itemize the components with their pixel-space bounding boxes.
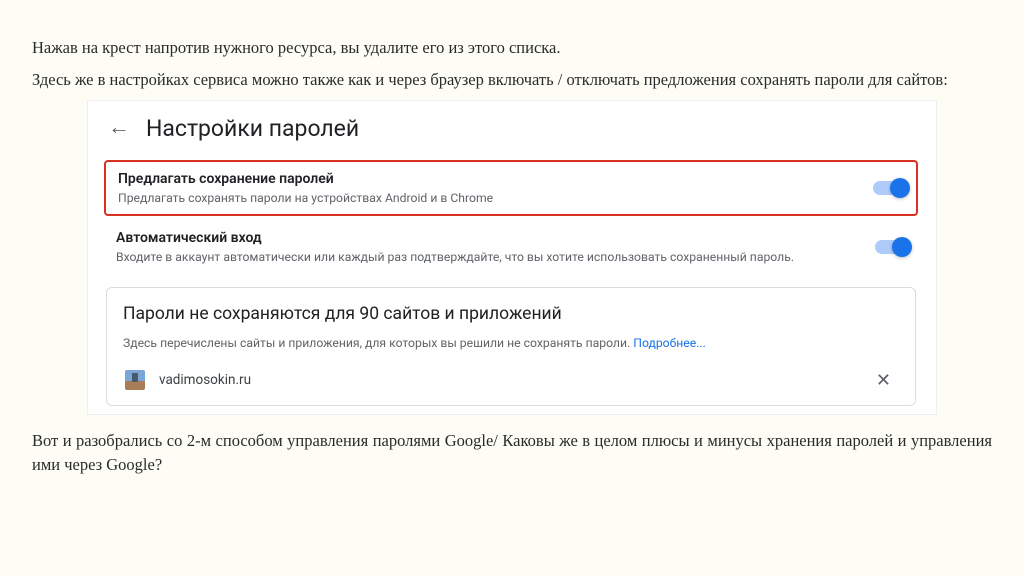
remove-site-button[interactable]: ✕	[870, 370, 897, 391]
outro-p: Вот и разобрались со 2-м способом управл…	[32, 429, 992, 477]
offer-save-setting: Предлагать сохранение паролей Предлагать…	[104, 160, 918, 216]
auto-signin-setting: Автоматический вход Входите в аккаунт ав…	[104, 221, 918, 273]
blocked-desc: Здесь перечислены сайты и приложения, дл…	[123, 336, 899, 350]
card-header: ← Настройки паролей	[104, 115, 918, 142]
offer-toggle[interactable]	[873, 181, 907, 195]
offer-title: Предлагать сохранение паролей	[118, 171, 870, 187]
site-name: vadimosokin.ru	[159, 372, 856, 388]
auto-title: Автоматический вход	[116, 230, 872, 246]
site-favicon-icon	[125, 370, 145, 390]
auto-toggle[interactable]	[875, 240, 909, 254]
back-arrow-icon[interactable]: ←	[108, 117, 130, 139]
offer-desc: Предлагать сохранять пароли на устройств…	[118, 191, 870, 205]
blocked-site-row: vadimosokin.ru ✕	[123, 364, 899, 397]
intro-p1: Нажав на крест напротив нужного ресурса,…	[32, 36, 992, 60]
blocked-title: Пароли не сохраняются для 90 сайтов и пр…	[123, 304, 899, 324]
card-title: Настройки паролей	[146, 115, 359, 142]
learn-more-link[interactable]: Подробнее...	[633, 336, 706, 350]
auto-desc: Входите в аккаунт автоматически или кажд…	[116, 250, 872, 264]
intro-p2: Здесь же в настройках сервиса можно такж…	[32, 68, 992, 92]
blocked-sites-card: Пароли не сохраняются для 90 сайтов и пр…	[106, 287, 916, 406]
password-settings-card: ← Настройки паролей Предлагать сохранени…	[87, 100, 937, 415]
